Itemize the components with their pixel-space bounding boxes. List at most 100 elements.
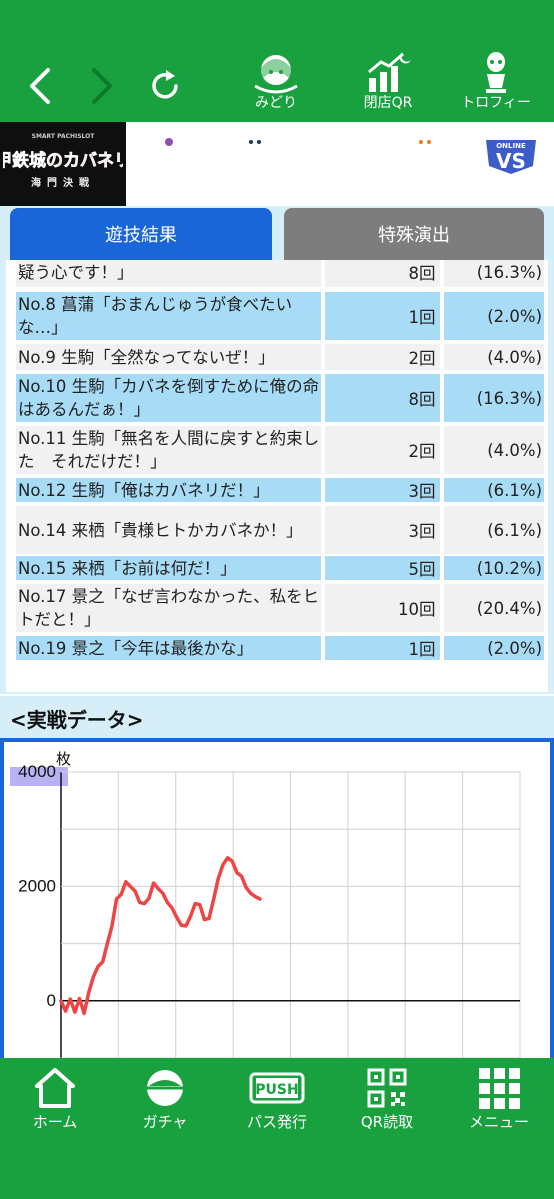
table-row: No.12 生駒「俺はカバネリだ！」 3回 (6.1%) <box>16 478 545 502</box>
row-count: 8回 <box>325 260 440 287</box>
svg-text:甲鉄城のカバネリ: 甲鉄城のカバネリ <box>3 150 123 171</box>
tile-trophy-label: トロフィー <box>392 183 458 198</box>
tile-closing-qr-label: 閉店QR <box>316 183 364 198</box>
table-row: 疑う心です！」 8回 (16.3%) <box>16 260 545 287</box>
row-name: No.14 来栖「貴様ヒトかカバネか！」 <box>16 506 322 554</box>
top-nav-midori-label: みどり <box>255 95 297 111</box>
row-percent: (4.0%) <box>443 426 545 474</box>
bottom-nav-gacha[interactable]: ガチャ <box>110 1066 220 1138</box>
table-row: No.11 生駒「無名を人間に戻すと約束した それだけだ！」 2回 (4.0%) <box>16 426 545 474</box>
row-percent: (6.1%) <box>443 478 545 502</box>
chart-frame: 枚 4000 2000 0 <box>0 738 554 1059</box>
game-logo[interactable]: SMART PACHISLOT 甲鉄城のカバネリ 海門決戦 <box>0 122 126 206</box>
home-icon <box>35 1068 75 1108</box>
top-nav-midori[interactable]: みどり <box>240 50 312 118</box>
chevron-left-icon <box>30 68 50 104</box>
top-nav-closing-qr-label: 閉店QR <box>363 95 413 111</box>
top-navigation-bar: みどり 閉店QR トロフィー <box>0 0 554 122</box>
row-percent: (4.0%) <box>443 344 545 370</box>
key-icon <box>159 132 179 176</box>
chart-area: 枚 4000 2000 0 <box>4 742 550 1059</box>
results-table: 疑う心です！」 8回 (16.3%) No.8 菖蒲「おまんじゅうが食べたいな…… <box>6 260 548 692</box>
push-icon: PUSH <box>249 1072 305 1104</box>
bottom-nav-pass-issue-label: パス発行 <box>246 1113 307 1131</box>
row-count: 8回 <box>325 374 440 422</box>
table-row: No.14 来栖「貴様ヒトかカバネか！」 3回 (6.1%) <box>16 506 545 554</box>
y-tick-label: 2000 <box>18 876 56 895</box>
chart-grid <box>60 771 521 1059</box>
qr-icon <box>367 1068 407 1108</box>
y-tick-label: 0 <box>47 991 56 1010</box>
row-name: No.11 生駒「無名を人間に戻すと約束した それだけだ！」 <box>16 426 322 474</box>
table-row: No.19 景之「今年は最後かな」 1回 (2.0%) <box>16 636 545 660</box>
bottom-nav-qr-scan-label: QR読取 <box>360 1113 414 1131</box>
bottom-nav-qr-scan[interactable]: QR読取 <box>332 1066 442 1138</box>
tile-password-label: パスワード <box>136 183 202 198</box>
svg-text:PUSH: PUSH <box>255 1082 298 1098</box>
bottom-nav-menu[interactable]: メニュー <box>444 1066 554 1138</box>
tab-play-results[interactable]: 遊技結果 <box>10 208 272 264</box>
top-nav-closing-qr[interactable]: 閉店QR <box>352 50 424 118</box>
tile-online-battle[interactable]: ONLINE VS オンライン対戦 <box>468 122 554 206</box>
table-row: No.15 来栖「お前は何だ！」 5回 (10.2%) <box>16 556 545 580</box>
row-percent: (10.2%) <box>443 556 545 580</box>
bottom-navigation-bar: ホーム ガチャ PUSH パス発行 QR読取 メニュー <box>0 1058 554 1199</box>
y-tick-labels: 4000 2000 0 <box>18 762 56 1010</box>
y-tick-label: 4000 <box>18 762 56 781</box>
tile-play-analysis-label: 遊技結果分析 <box>215 183 294 198</box>
reload-icon <box>152 70 178 99</box>
gacha-icon <box>147 1070 183 1106</box>
table-row: No.10 生駒「カバネを倒すために俺の命はあるんだぁ！」 8回 (16.3%) <box>16 374 545 422</box>
row-percent: (6.1%) <box>443 506 545 554</box>
svg-text:VS: VS <box>496 149 526 173</box>
tile-trophy[interactable]: トロフィー <box>382 122 468 206</box>
bottom-nav-pass-issue[interactable]: PUSH パス発行 <box>222 1066 332 1138</box>
tile-closing-qr[interactable]: 閉店QR <box>298 122 382 206</box>
growth-chart-icon <box>318 132 357 176</box>
row-percent: (20.4%) <box>443 584 545 632</box>
menu-strip: SMART PACHISLOT 甲鉄城のカバネリ 海門決戦 パスワード ? 遊技… <box>0 122 554 206</box>
bottom-nav-gacha-label: ガチャ <box>142 1113 188 1131</box>
row-count: 3回 <box>325 506 440 554</box>
svg-text:?: ? <box>274 132 280 143</box>
svg-text:SMART PACHISLOT: SMART PACHISLOT <box>32 133 96 140</box>
tile-password[interactable]: パスワード <box>126 122 212 206</box>
top-nav-trophy[interactable]: トロフィー <box>460 50 532 118</box>
svg-text:海門決戦: 海門決戦 <box>31 176 95 189</box>
table-row: No.9 生駒「全然なってないぜ！」 2回 (4.0%) <box>16 344 545 370</box>
row-name: No.15 来栖「お前は何だ！」 <box>16 556 322 580</box>
row-name: No.12 生駒「俺はカバネリだ！」 <box>16 478 322 502</box>
trophy-character-icon <box>486 52 506 93</box>
row-count: 1回 <box>325 636 440 660</box>
tile-play-analysis[interactable]: ? 遊技結果分析 <box>212 122 298 206</box>
row-name: No.10 生駒「カバネを倒すために俺の命はあるんだぁ！」 <box>16 374 322 422</box>
section-title: <実戦データ> <box>10 708 144 732</box>
row-name: 疑う心です！」 <box>16 260 322 287</box>
row-name: No.8 菖蒲「おまんじゅうが食べたいな…」 <box>16 292 322 340</box>
table-row: No.17 景之「なぜ言わなかった、私をヒトだと！」 10回 (20.4%) <box>16 584 545 632</box>
chart-series-line <box>59 856 262 1016</box>
row-name: No.9 生駒「全然なってないぜ！」 <box>16 344 322 370</box>
back-button[interactable] <box>20 58 60 114</box>
row-count: 5回 <box>325 556 440 580</box>
tab-special-effects[interactable]: 特殊演出 <box>284 208 544 264</box>
growth-chart-icon <box>368 52 411 92</box>
performance-chart: 枚 4000 2000 0 <box>10 751 521 1059</box>
bottom-nav-menu-label: メニュー <box>468 1113 529 1131</box>
row-percent: (16.3%) <box>443 260 545 287</box>
row-name: No.17 景之「なぜ言わなかった、私をヒトだと！」 <box>16 584 322 632</box>
vs-icon: ONLINE VS <box>482 136 540 178</box>
character-avatar-icon <box>254 55 298 94</box>
row-name: No.19 景之「今年は最後かな」 <box>16 636 322 660</box>
row-count: 2回 <box>325 426 440 474</box>
y-axis-unit: 枚 <box>56 751 71 768</box>
reload-button[interactable] <box>146 58 186 114</box>
table-row: No.8 菖蒲「おまんじゅうが食べたいな…」 1回 (2.0%) <box>16 292 545 340</box>
tile-online-battle-label: オンライン対戦 <box>468 183 553 197</box>
row-count: 10回 <box>325 584 440 632</box>
analysis-icon: ? <box>241 132 280 174</box>
forward-button[interactable] <box>82 58 122 114</box>
bottom-nav-home[interactable]: ホーム <box>0 1066 110 1138</box>
menu-grid-icon <box>479 1068 520 1109</box>
chevron-right-icon <box>92 68 112 104</box>
